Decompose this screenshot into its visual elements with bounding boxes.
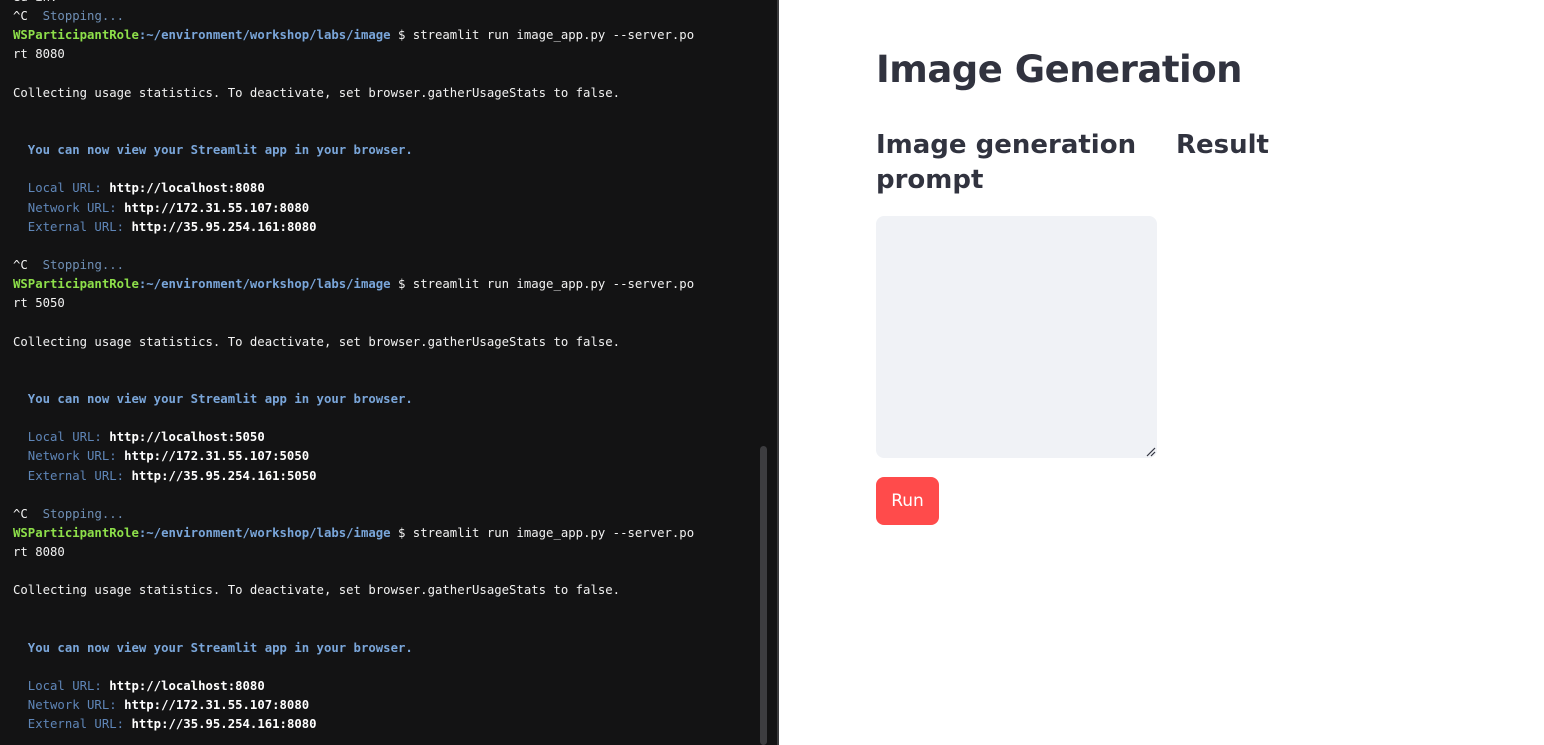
terminal-line: Local URL: http://localhost:8080 [13, 677, 753, 696]
terminal-text-cmd: rt 8080 [13, 47, 65, 62]
terminal-text-prompt-user: WSParticipantRole [13, 28, 139, 43]
terminal-line: ^C Stopping... [13, 256, 753, 275]
terminal-text-url-val: http://172.31.55.107:8080 [124, 200, 310, 215]
prompt-input[interactable] [876, 216, 1157, 458]
terminal-line: WSParticipantRole:~/environment/workshop… [13, 524, 753, 543]
run-button[interactable]: Run [876, 477, 939, 525]
terminal-text-url-label: Network URL: [13, 200, 125, 215]
terminal-text-info-msg: You can now view your Streamlit app in y… [13, 143, 413, 158]
terminal-line: Network URL: http://172.31.55.107:8080 [13, 199, 753, 218]
terminal-text-cmd: Collecting usage statistics. To deactiva… [13, 85, 621, 100]
terminal-line: You can now view your Streamlit app in y… [13, 141, 753, 160]
terminal-text-cmd: $ streamlit run image_app.py --server.po [390, 28, 695, 43]
terminal-text-url-val: http://localhost:8080 [109, 181, 265, 196]
terminal-line: Collecting usage statistics. To deactiva… [13, 84, 753, 103]
terminal-line: rt 8080 [13, 45, 753, 64]
terminal-text-info-msg: You can now view your Streamlit app in y… [13, 640, 413, 655]
terminal-line: External URL: http://35.95.254.161:8080 [13, 218, 753, 237]
terminal-text-url-label: Network URL: [13, 449, 125, 464]
terminal-line: Local URL: http://localhost:8080 [13, 179, 753, 198]
terminal-text-url-label: Network URL: [13, 698, 125, 713]
prompt-column-heading: Image generation prompt [876, 130, 1137, 195]
terminal-line: You can now view your Streamlit app in y… [13, 639, 753, 658]
resize-grip-icon[interactable] [1144, 445, 1156, 457]
terminal-text-cmd: $ streamlit run image_app.py --server.po [390, 277, 695, 292]
terminal-text-prompt-path: :~/environment/workshop/labs/image [138, 28, 391, 43]
terminal-text-ctrl: ^C [13, 257, 28, 272]
terminal-text-cmd: rt 5050 [13, 296, 65, 311]
terminal-text-cmd: $ streamlit run image_app.py --server.po [390, 525, 695, 540]
terminal-text-stop: Stopping... [27, 9, 125, 24]
terminal-text-url-label: External URL: [13, 468, 132, 483]
terminal-text-url-label: Local URL: [13, 679, 110, 694]
terminal-line: You can now view your Streamlit app in y… [13, 390, 753, 409]
terminal-text-cmd: Collecting usage statistics. To deactiva… [13, 583, 621, 598]
terminal-line: Collecting usage statistics. To deactiva… [13, 333, 753, 352]
terminal-text-url-label: Local URL: [13, 430, 110, 445]
terminal-text-url-label: External URL: [13, 717, 132, 732]
terminal-scrollbar-thumb[interactable] [760, 446, 767, 745]
result-column-heading: Result [1176, 130, 1269, 160]
streamlit-app: Image Generation Image generation prompt… [779, 0, 1544, 745]
terminal-text-info-msg: You can now view your Streamlit app in y… [13, 391, 413, 406]
terminal-line: Network URL: http://172.31.55.107:8080 [13, 696, 753, 715]
terminal-line: WSParticipantRole:~/environment/workshop… [13, 26, 753, 45]
terminal-text-stop: Stopping... [27, 506, 125, 521]
terminal-text-cmd: Collecting usage statistics. To deactiva… [13, 334, 621, 349]
terminal-line: External URL: http://35.95.254.161:5050 [13, 467, 753, 486]
page-title: Image Generation [876, 48, 1243, 91]
terminal-line: Network URL: http://172.31.55.107:5050 [13, 447, 753, 466]
terminal-text-url-val: http://35.95.254.161:5050 [131, 468, 317, 483]
terminal-text-ctrl: ^C [13, 9, 28, 24]
terminal-text-url-val: http://localhost:5050 [109, 430, 265, 445]
terminal-text-prompt-user: WSParticipantRole [13, 525, 139, 540]
terminal-text-cmd: rt 8080 [13, 545, 65, 560]
terminal-text-stop: Stopping... [27, 257, 125, 272]
terminal-text-url-label: Local URL: [13, 181, 110, 196]
terminal-text-prompt-path: :~/environment/workshop/labs/image [138, 525, 391, 540]
terminal-text-url-val: http://35.95.254.161:8080 [131, 219, 317, 234]
terminal-line: rt 5050 [13, 294, 753, 313]
terminal-output: ed in.^C Stopping...WSParticipantRole:~/… [13, 0, 753, 734]
terminal-line: WSParticipantRole:~/environment/workshop… [13, 275, 753, 294]
terminal-line: Collecting usage statistics. To deactiva… [13, 581, 753, 600]
terminal-line: rt 8080 [13, 543, 753, 562]
terminal-text-url-val: http://35.95.254.161:8080 [131, 717, 317, 732]
terminal-line: ^C Stopping... [13, 505, 753, 524]
terminal-text-prompt-user: WSParticipantRole [13, 277, 139, 292]
terminal-text-url-val: http://172.31.55.107:8080 [124, 698, 310, 713]
terminal-line: Local URL: http://localhost:5050 [13, 428, 753, 447]
terminal-text-ctrl: ^C [13, 506, 28, 521]
terminal-text-url-label: External URL: [13, 219, 132, 234]
terminal-line: External URL: http://35.95.254.161:8080 [13, 715, 753, 734]
terminal-line: ^C Stopping... [13, 7, 753, 26]
terminal-text-plain: ed in. [13, 0, 57, 4]
terminal-text-url-val: http://172.31.55.107:5050 [124, 449, 310, 464]
terminal-pane[interactable]: ed in.^C Stopping...WSParticipantRole:~/… [0, 0, 777, 745]
terminal-text-prompt-path: :~/environment/workshop/labs/image [138, 277, 391, 292]
terminal-text-url-val: http://localhost:8080 [109, 679, 265, 694]
terminal-line: ed in. [13, 0, 753, 7]
